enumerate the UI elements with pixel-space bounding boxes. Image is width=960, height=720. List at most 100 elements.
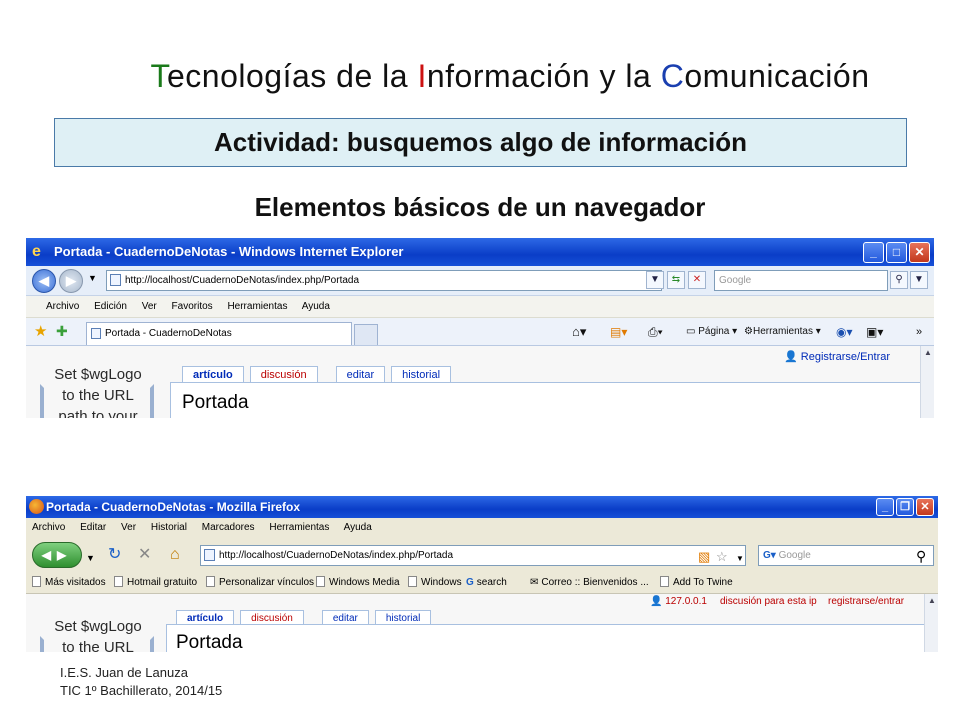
ff-page-content: Set $wgLogo to the URL 👤 127.0.0.1 discu… xyxy=(26,594,938,652)
ie-window: e Portada - CuadernoDeNotas - Windows In… xyxy=(26,238,934,418)
menu-item[interactable]: Edición xyxy=(94,301,127,312)
user-ip-link[interactable]: 👤 127.0.0.1 xyxy=(650,596,707,607)
address-dropdown-icon[interactable]: ▼ xyxy=(646,271,664,289)
menu-item[interactable]: Historial xyxy=(151,522,187,533)
slide-subtitle: Elementos básicos de un navegador xyxy=(254,192,706,222)
tab-history[interactable]: historial xyxy=(391,366,452,383)
title-part: ecnologías de la xyxy=(167,58,418,94)
add-favorite-icon[interactable]: ✚ xyxy=(56,324,68,339)
bookmark-icon xyxy=(114,576,123,587)
refresh-icon[interactable]: ⇆ xyxy=(667,271,685,289)
back-button[interactable]: ◀ xyxy=(32,269,56,293)
bookmark-label: Windows xyxy=(421,577,462,588)
menu-item[interactable]: Herramientas xyxy=(269,522,329,533)
google-icon: G xyxy=(466,577,474,588)
tools-menu[interactable]: ⚙Herramientas ▾ xyxy=(744,318,821,346)
new-tab-button[interactable] xyxy=(354,324,378,345)
search-icon[interactable]: ⚲ xyxy=(916,547,926,565)
bookmark-hotmail[interactable]: Hotmail gratuito xyxy=(114,572,197,594)
ff-address-text: http://localhost/CuadernoDeNotas/index.p… xyxy=(219,550,454,561)
ie-titlebar[interactable]: e Portada - CuadernoDeNotas - Windows In… xyxy=(26,238,934,266)
login-link[interactable]: 👤 Registrarse/Entrar xyxy=(784,350,890,363)
bookmark-label: Correo :: Bienvenidos ... xyxy=(541,577,649,588)
ie-address-input[interactable]: http://localhost/CuadernoDeNotas/index.p… xyxy=(106,270,662,291)
bookmark-label: Personalizar vínculos xyxy=(219,577,315,588)
ie-tab[interactable]: Portada - CuadernoDeNotas xyxy=(86,322,352,345)
page-icon xyxy=(204,549,215,561)
title-part: omunicación xyxy=(684,58,870,94)
page-menu[interactable]: ▭ Página ▾ xyxy=(686,318,737,346)
search-icon[interactable]: ⚲ xyxy=(890,271,908,289)
menu-item[interactable]: Ayuda xyxy=(344,522,372,533)
bookmark-windows[interactable]: Windows xyxy=(408,572,462,594)
wiki-page-title: Portada xyxy=(182,392,249,413)
home-icon[interactable]: ⌂ xyxy=(170,546,180,564)
user-talk-link[interactable]: discusión para esta ip xyxy=(720,596,817,607)
history-dropdown-icon[interactable]: ▼ xyxy=(88,273,97,283)
minimize-button[interactable]: _ xyxy=(863,242,884,263)
ff-titlebar[interactable]: Portada - CuadernoDeNotas - Mozilla Fire… xyxy=(26,496,938,518)
ff-search-placeholder: Google xyxy=(778,550,811,561)
restore-button[interactable]: ❐ xyxy=(896,498,914,516)
menu-item[interactable]: Herramientas xyxy=(227,301,287,312)
login-link[interactable]: registrarse/entrar xyxy=(828,596,904,607)
ff-scrollbar[interactable]: ▲ xyxy=(924,594,938,652)
menu-item[interactable]: Archivo xyxy=(46,301,79,312)
stop-icon[interactable]: ✕ xyxy=(138,546,151,564)
scroll-up-icon[interactable]: ▲ xyxy=(925,594,938,608)
title-part: nformación y la xyxy=(426,58,661,94)
menu-item[interactable]: Ayuda xyxy=(302,301,330,312)
google-engine-icon[interactable]: G▾ xyxy=(763,550,776,561)
menu-item[interactable]: Marcadores xyxy=(202,522,255,533)
bookmark-label: Add To Twine xyxy=(673,577,733,588)
home-icon[interactable]: ⌂▾ xyxy=(572,318,586,346)
login-link-label: Registrarse/Entrar xyxy=(800,351,891,363)
bookmark-twine[interactable]: Add To Twine xyxy=(660,572,733,594)
search-options-icon[interactable]: ▼ xyxy=(910,271,928,289)
bookmark-search[interactable]: Gsearch xyxy=(466,572,507,594)
ie-search-input[interactable]: Google xyxy=(714,270,888,291)
history-dropdown-icon[interactable]: ▼ xyxy=(86,549,95,567)
minimize-button[interactable]: _ xyxy=(876,498,894,516)
feeds-icon[interactable]: ▤▾ xyxy=(610,318,627,346)
title-part: C xyxy=(660,58,685,94)
back-forward-button[interactable]: ◀▶ xyxy=(32,542,82,568)
ie-address-text: http://localhost/CuadernoDeNotas/index.p… xyxy=(125,275,360,286)
stop-icon[interactable]: ✕ xyxy=(688,271,706,289)
tab-discussion[interactable]: discusión xyxy=(249,366,318,383)
rss-icon[interactable]: ▧ xyxy=(698,548,710,566)
footer-course: TIC 1º Bachillerato, 2014/15 xyxy=(60,683,223,698)
bookmark-personalizar[interactable]: Personalizar vínculos xyxy=(206,572,314,594)
bookmark-correo[interactable]: ✉ Correo :: Bienvenidos ... xyxy=(530,572,649,594)
menu-item[interactable]: Archivo xyxy=(32,522,65,533)
ie-scrollbar[interactable]: ▲ xyxy=(920,346,934,418)
close-button[interactable]: ✕ xyxy=(909,242,930,263)
ff-search-input[interactable]: G▾ Google xyxy=(758,545,934,566)
menu-item[interactable]: Ver xyxy=(121,522,136,533)
maximize-button[interactable]: □ xyxy=(886,242,907,263)
menu-item[interactable]: Favoritos xyxy=(172,301,213,312)
ff-address-input[interactable]: http://localhost/CuadernoDeNotas/index.p… xyxy=(200,545,746,566)
reload-icon[interactable]: ↻ xyxy=(108,546,121,564)
print-icon[interactable]: ⎙▾ xyxy=(648,318,663,346)
bookmark-star-icon[interactable]: ☆ xyxy=(716,548,728,566)
tab-article[interactable]: artículo xyxy=(182,366,244,383)
wiki-logo-placeholder: Set $wgLogo to the URL xyxy=(38,616,158,652)
research-icon[interactable]: ▣▾ xyxy=(866,318,883,346)
ie-menu-bar: Archivo Edición Ver Favoritos Herramient… xyxy=(26,296,934,318)
menu-item[interactable]: Ver xyxy=(142,301,157,312)
close-button[interactable]: ✕ xyxy=(916,498,934,516)
wiki-content-panel xyxy=(170,382,920,418)
scroll-up-icon[interactable]: ▲ xyxy=(921,346,934,360)
address-dropdown-icon[interactable]: ▼ xyxy=(736,550,744,568)
ie-window-title: Portada - CuadernoDeNotas - Windows Inte… xyxy=(54,244,404,259)
forward-button[interactable]: ▶ xyxy=(59,269,83,293)
tab-edit[interactable]: editar xyxy=(335,366,386,383)
ie-logo-icon: e xyxy=(32,243,41,260)
menu-item[interactable]: Editar xyxy=(80,522,106,533)
more-commands-icon[interactable]: » xyxy=(916,318,922,346)
bookmark-windows-media[interactable]: Windows Media xyxy=(316,572,400,594)
favorites-star-icon[interactable]: ★ xyxy=(34,324,47,339)
bookmark-most-visited[interactable]: Más visitados xyxy=(32,572,106,594)
help-icon[interactable]: ◉▾ xyxy=(836,318,853,346)
